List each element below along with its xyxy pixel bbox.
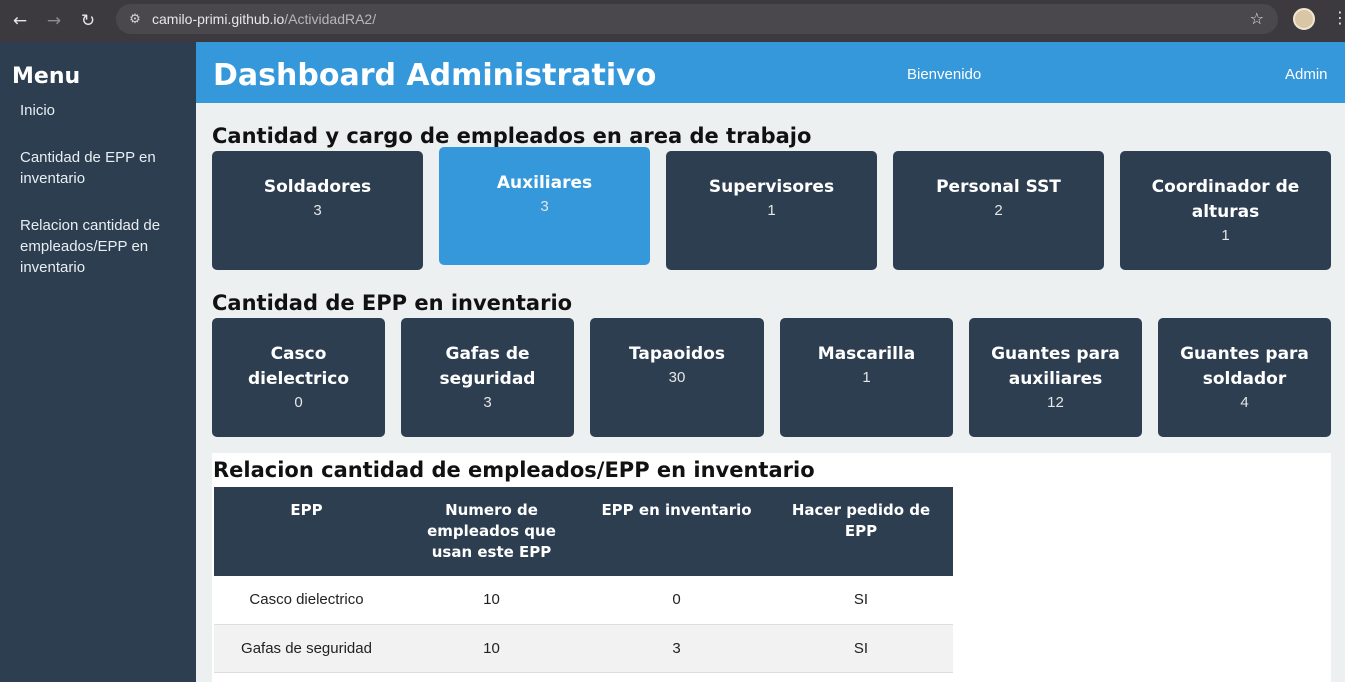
card-label: Tapaoidos bbox=[629, 344, 725, 364]
table-cell: Casco dielectrico bbox=[214, 576, 399, 625]
card-value: 12 bbox=[1047, 394, 1064, 411]
table-cell: 3 bbox=[584, 624, 769, 673]
card-label: Personal SST bbox=[936, 177, 1061, 197]
card-label: Coordinador de alturas bbox=[1151, 177, 1300, 222]
employee-card[interactable]: Coordinador de alturas 1 bbox=[1120, 151, 1331, 270]
column-header: Hacer pedido de EPP bbox=[769, 487, 953, 576]
url-host: camilo-primi.github.io bbox=[152, 11, 285, 27]
browser-toolbar: ← → ↻ ⚙ camilo-primi.github.io/Actividad… bbox=[0, 0, 1345, 42]
more-menu-icon[interactable]: ⋮ bbox=[1332, 8, 1345, 27]
card-value: 3 bbox=[540, 198, 549, 215]
card-label: Gafas de seguridad bbox=[439, 344, 536, 389]
table-row: Casco dielectrico 10 0 SI bbox=[214, 576, 953, 625]
card-value: 4 bbox=[1240, 394, 1249, 411]
table-row: Gafas de seguridad 10 3 SI bbox=[214, 624, 953, 673]
epp-section-title: Cantidad de EPP en inventario bbox=[212, 291, 573, 315]
employee-card-active[interactable]: Auxiliares 3 bbox=[439, 147, 650, 265]
page-title: Dashboard Administrativo bbox=[213, 58, 657, 93]
url-path: /ActividadRA2/ bbox=[284, 11, 377, 27]
card-value: 0 bbox=[294, 394, 303, 411]
table-header-row: EPP Numero de empleados que usan este EP… bbox=[214, 487, 953, 576]
table-cell: SI bbox=[769, 576, 953, 625]
column-header: EPP bbox=[214, 487, 399, 576]
epp-card[interactable]: Guantes para auxiliares 12 bbox=[969, 318, 1142, 437]
employee-card[interactable]: Supervisores 1 bbox=[666, 151, 877, 270]
bookmark-star-icon[interactable]: ☆ bbox=[1250, 9, 1264, 28]
card-value: 1 bbox=[767, 202, 776, 219]
card-label: Soldadores bbox=[263, 177, 372, 197]
relation-table: EPP Numero de empleados que usan este EP… bbox=[214, 487, 953, 673]
user-name[interactable]: Admin bbox=[1285, 66, 1328, 83]
sidebar-title: Menu bbox=[12, 64, 81, 89]
epp-card[interactable]: Guantes para soldador 4 bbox=[1158, 318, 1331, 437]
table-cell: Gafas de seguridad bbox=[214, 624, 399, 673]
card-value: 30 bbox=[668, 369, 686, 386]
relation-section-title: Relacion cantidad de empleados/EPP en in… bbox=[213, 458, 815, 482]
card-value: 3 bbox=[483, 394, 492, 411]
table-cell: 10 bbox=[399, 624, 584, 673]
epp-card[interactable]: Mascarilla 1 bbox=[780, 318, 953, 437]
table-cell: 10 bbox=[399, 576, 584, 625]
employee-card[interactable]: Soldadores 3 bbox=[212, 151, 423, 270]
employees-section-title: Cantidad y cargo de empleados en area de… bbox=[212, 124, 812, 148]
page-header: Dashboard Administrativo Bienvenido Admi… bbox=[196, 42, 1345, 103]
card-label: Guantes para soldador bbox=[1180, 344, 1309, 389]
reload-icon[interactable]: ↻ bbox=[74, 7, 102, 35]
back-icon[interactable]: ← bbox=[6, 7, 34, 35]
card-label: Mascarilla bbox=[817, 344, 916, 364]
column-header: EPP en inventario bbox=[584, 487, 769, 576]
welcome-text: Bienvenido bbox=[907, 66, 982, 83]
sidebar-item-epp-inventario[interactable]: Cantidad de EPP en inventario bbox=[20, 147, 185, 189]
card-label: Casco dielectrico bbox=[247, 344, 350, 389]
url-text[interactable]: camilo-primi.github.io/ActividadRA2/ bbox=[152, 11, 376, 27]
epp-card[interactable]: Gafas de seguridad 3 bbox=[401, 318, 574, 437]
card-label: Auxiliares bbox=[496, 173, 593, 193]
card-value: 1 bbox=[862, 369, 871, 386]
table-cell: SI bbox=[769, 624, 953, 673]
epp-card[interactable]: Tapaoidos 30 bbox=[590, 318, 764, 437]
card-label: Supervisores bbox=[708, 177, 835, 197]
address-bar[interactable]: ⚙ camilo-primi.github.io/ActividadRA2/ ☆ bbox=[116, 4, 1278, 34]
sidebar-item-inicio[interactable]: Inicio bbox=[20, 100, 185, 121]
table-cell: 0 bbox=[584, 576, 769, 625]
epp-card[interactable]: Casco dielectrico 0 bbox=[212, 318, 385, 437]
profile-avatar[interactable] bbox=[1293, 8, 1315, 30]
relation-panel: Relacion cantidad de empleados/EPP en in… bbox=[212, 453, 1331, 682]
card-value: 1 bbox=[1221, 227, 1230, 244]
card-label: Guantes para auxiliares bbox=[991, 344, 1120, 389]
sidebar: Menu Inicio Cantidad de EPP en inventari… bbox=[0, 42, 196, 682]
site-settings-icon[interactable]: ⚙ bbox=[124, 8, 146, 30]
card-value: 2 bbox=[994, 202, 1003, 219]
column-header: Numero de empleados que usan este EPP bbox=[399, 487, 584, 576]
card-value: 3 bbox=[313, 202, 322, 219]
forward-icon[interactable]: → bbox=[40, 7, 68, 35]
employee-card[interactable]: Personal SST 2 bbox=[893, 151, 1104, 270]
sidebar-item-relacion[interactable]: Relacion cantidad de empleados/EPP en in… bbox=[20, 215, 185, 278]
